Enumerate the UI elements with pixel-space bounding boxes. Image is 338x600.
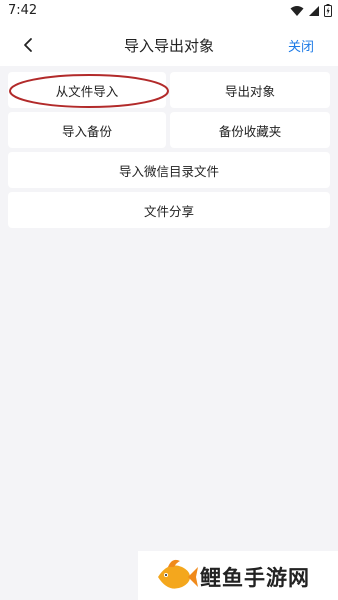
close-button[interactable]: 关闭 bbox=[288, 36, 314, 55]
battery-icon bbox=[324, 4, 332, 17]
export-objects-button[interactable]: 导出对象 bbox=[170, 72, 330, 108]
import-backup-button[interactable]: 导入备份 bbox=[8, 112, 166, 148]
import-wechat-dir-button[interactable]: 导入微信目录文件 bbox=[8, 152, 330, 188]
wifi-icon bbox=[290, 5, 304, 16]
import-from-file-button[interactable]: 从文件导入 bbox=[8, 72, 166, 108]
status-icons bbox=[290, 4, 332, 17]
import-from-file-label: 从文件导入 bbox=[55, 83, 119, 99]
backup-favorites-button[interactable]: 备份收藏夹 bbox=[170, 112, 330, 148]
status-bar: 7:42 bbox=[0, 0, 338, 24]
export-objects-label: 导出对象 bbox=[224, 83, 275, 99]
backup-favorites-label: 备份收藏夹 bbox=[218, 123, 282, 139]
file-share-label: 文件分享 bbox=[143, 203, 194, 219]
signal-icon bbox=[309, 5, 319, 16]
import-backup-label: 导入备份 bbox=[61, 123, 112, 139]
import-wechat-dir-label: 导入微信目录文件 bbox=[118, 163, 219, 179]
fish-logo-icon bbox=[158, 559, 198, 589]
watermark-text: 鲤鱼手游网 bbox=[200, 566, 310, 590]
file-share-button[interactable]: 文件分享 bbox=[8, 192, 330, 228]
app-header: 导入导出对象 关闭 bbox=[0, 24, 338, 66]
status-time: 7:42 bbox=[8, 3, 38, 18]
